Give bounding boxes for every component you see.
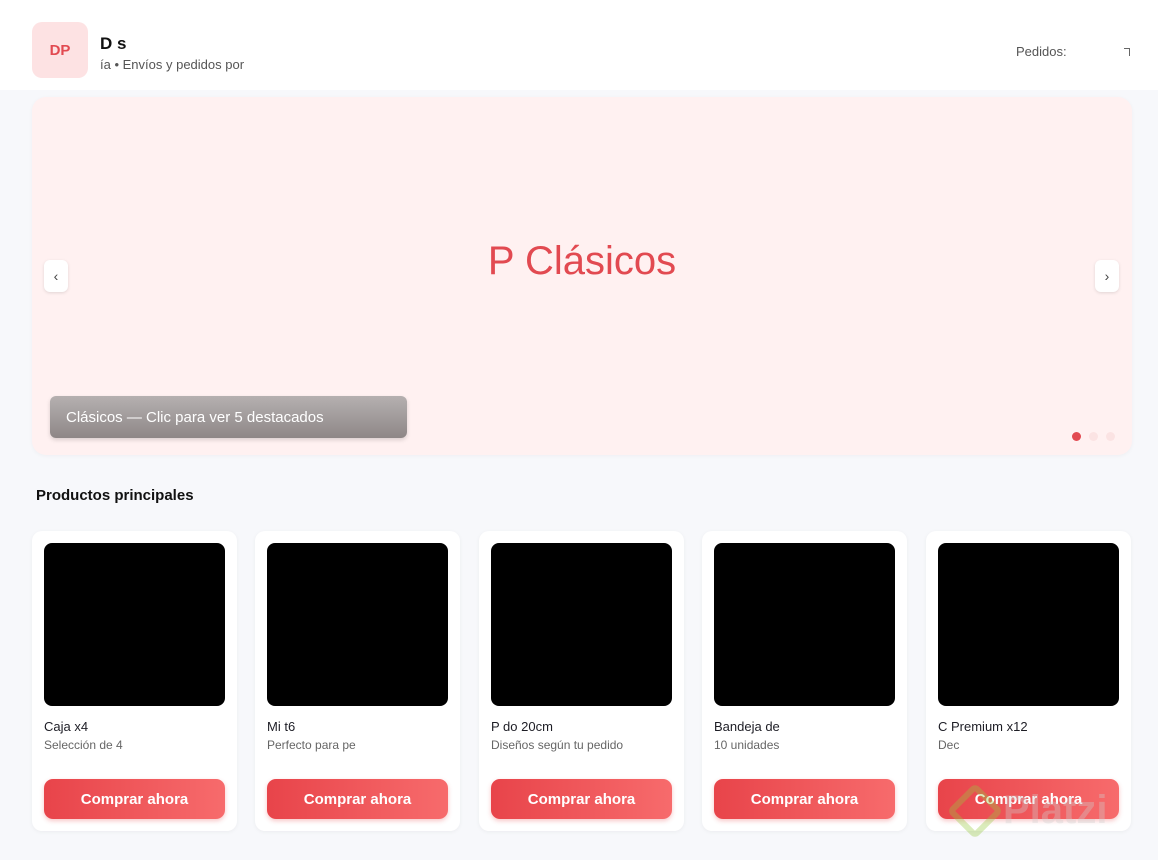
product-image	[267, 543, 448, 706]
product-description: Dec	[938, 738, 960, 752]
product-card[interactable]: Bandeja de 10 unidades Comprar ahora	[702, 531, 907, 831]
banner-title: P Clásicos	[487, 239, 677, 283]
product-description: Diseños según tu pedido	[491, 738, 624, 752]
product-name: Caja x4	[44, 719, 89, 734]
carousel-dot[interactable]	[1089, 432, 1098, 441]
header: DP D s ía • Envíos y pedidos por Pedidos…	[0, 0, 1158, 90]
product-description: Selección de 4	[44, 738, 123, 752]
product-image	[44, 543, 225, 706]
product-image	[938, 543, 1119, 706]
orders-label: Pedidos:	[1016, 44, 1067, 59]
carousel-next-button[interactable]: ›	[1095, 260, 1119, 292]
corner-icon	[1124, 48, 1130, 56]
buy-button[interactable]: Comprar ahora	[44, 779, 225, 819]
product-name: C Premium x12	[938, 719, 1028, 734]
banner-caption-button[interactable]: Clásicos — Clic para ver 5 destacados	[50, 396, 407, 438]
product-card[interactable]: P do 20cm Diseños según tu pedido Compra…	[479, 531, 684, 831]
carousel-dots	[1072, 432, 1115, 441]
buy-button[interactable]: Comprar ahora	[267, 779, 448, 819]
buy-button[interactable]: Comprar ahora	[714, 779, 895, 819]
product-name: Bandeja de	[714, 719, 780, 734]
store-name: D s	[100, 34, 127, 53]
platzi-logo-icon	[946, 782, 1004, 839]
product-name: P do 20cm	[491, 719, 553, 734]
carousel-dot[interactable]	[1106, 432, 1115, 441]
carousel-dot[interactable]	[1072, 432, 1081, 441]
product-name: Mi t6	[267, 719, 296, 734]
carousel-prev-button[interactable]: ‹	[44, 260, 68, 292]
product-card[interactable]: C Premium x12 Dec Comprar ahora	[926, 531, 1131, 831]
product-image	[491, 543, 672, 706]
product-description: 10 unidades	[714, 738, 780, 752]
product-card[interactable]: Mi t6 Perfecto para pe Comprar ahora	[255, 531, 460, 831]
watermark: Platzi	[946, 782, 1108, 839]
hero-banner[interactable]: P Clásicos ‹ › Clásicos — Clic para ver …	[32, 97, 1132, 455]
store-tagline: ía • Envíos y pedidos por	[100, 57, 245, 72]
watermark-text: Platzi	[1003, 788, 1108, 832]
store-logo[interactable]: DP	[32, 22, 88, 78]
buy-button[interactable]: Comprar ahora	[491, 779, 672, 819]
section-title: Productos principales	[36, 487, 194, 504]
product-description: Perfecto para pe	[267, 738, 356, 752]
product-image	[714, 543, 895, 706]
product-card[interactable]: Caja x4 Selección de 4 Comprar ahora	[32, 531, 237, 831]
